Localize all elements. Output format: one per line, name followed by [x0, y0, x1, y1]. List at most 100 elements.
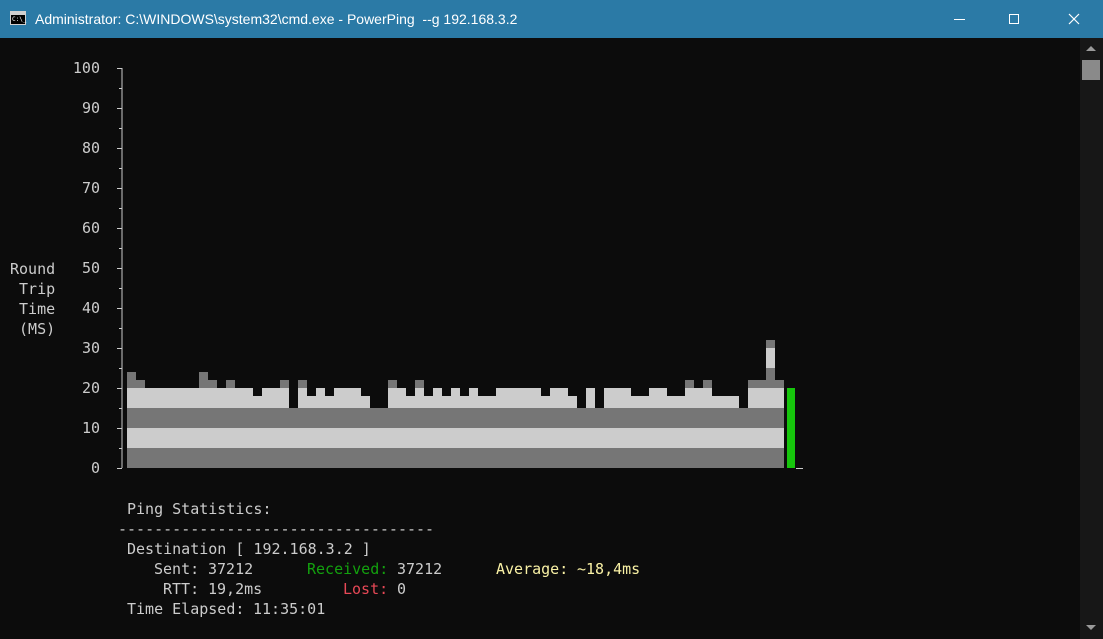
bar-segment — [352, 408, 361, 428]
bar-segment — [595, 408, 604, 428]
bar-segment — [721, 396, 730, 408]
bar-segment — [622, 428, 631, 448]
bar-segment — [559, 408, 568, 428]
bar-segment — [280, 380, 289, 388]
bar-segment — [226, 408, 235, 428]
bar-segment — [316, 428, 325, 448]
console-area[interactable]: Round Trip Time (MS) 100 90 80 70 60 50 40 30 20… — [0, 38, 1080, 639]
bar-segment — [415, 428, 424, 448]
bar-segment — [658, 388, 667, 408]
bar-segment — [622, 448, 631, 468]
bar-segment — [397, 408, 406, 428]
stats-divider: ----------------------------------- — [118, 520, 435, 538]
bar-segment — [127, 372, 136, 388]
bar-segment — [433, 448, 442, 468]
bar-segment — [460, 448, 469, 468]
bar-segment — [514, 428, 523, 448]
vertical-scrollbar[interactable] — [1080, 38, 1103, 639]
bar-segment — [469, 448, 478, 468]
received-value: 37212 — [397, 560, 443, 578]
bar-segment — [181, 408, 190, 428]
bar-segment — [361, 428, 370, 448]
bar-segment — [163, 448, 172, 468]
bar-segment — [253, 448, 262, 468]
bar-segment — [352, 388, 361, 408]
bar-segment — [514, 388, 523, 408]
bar-segment — [424, 448, 433, 468]
bar-segment — [523, 448, 532, 468]
bar-segment — [325, 428, 334, 448]
bar-segment — [721, 448, 730, 468]
scrollbar-thumb[interactable] — [1082, 60, 1100, 80]
bar-segment — [586, 408, 595, 428]
bar-segment — [361, 396, 370, 408]
bar-segment — [604, 388, 613, 408]
bar-segment — [199, 448, 208, 468]
bar-segment — [514, 408, 523, 428]
bar-segment — [685, 388, 694, 408]
bar-segment — [766, 408, 775, 428]
bar-segment — [253, 408, 262, 428]
bar-segment — [406, 396, 415, 408]
average-label: Average: — [496, 560, 569, 578]
bar-segment — [379, 448, 388, 468]
minimize-icon — [953, 18, 965, 20]
bar-segment — [172, 448, 181, 468]
bar-segment — [226, 448, 235, 468]
bar-segment — [442, 428, 451, 448]
bar-segment — [253, 428, 262, 448]
sent-label: Sent: — [154, 560, 200, 578]
bar-segment — [649, 428, 658, 448]
bar-segment — [181, 388, 190, 408]
bar-segment — [289, 428, 298, 448]
bar-segment — [289, 408, 298, 428]
bar-segment — [127, 408, 136, 428]
bar-segment — [559, 388, 568, 408]
bar-segment — [631, 448, 640, 468]
bar-segment — [262, 428, 271, 448]
maximize-button[interactable] — [985, 0, 1043, 38]
bar-segment — [451, 388, 460, 408]
close-icon — [1068, 13, 1080, 25]
bar-segment — [334, 408, 343, 428]
close-button[interactable] — [1045, 0, 1103, 38]
bar-segment — [541, 448, 550, 468]
latest-ping-bar — [787, 388, 795, 468]
bar-segment — [775, 448, 784, 468]
bar-segment — [712, 448, 721, 468]
bar-segment — [550, 448, 559, 468]
bar-segment — [298, 448, 307, 468]
y-tick-label: 70 — [82, 179, 100, 197]
bar-segment — [676, 408, 685, 428]
bar-segment — [487, 408, 496, 428]
bar-segment — [595, 428, 604, 448]
bar-segment — [559, 448, 568, 468]
bar-segment — [496, 428, 505, 448]
bar-segment — [271, 448, 280, 468]
cmd-icon[interactable]: C:\_ — [10, 11, 26, 25]
bar-segment — [361, 408, 370, 428]
bar-segment — [217, 408, 226, 428]
bar-segment — [451, 428, 460, 448]
bar-segment — [523, 428, 532, 448]
bar-segment — [388, 448, 397, 468]
scroll-up-icon[interactable] — [1086, 46, 1096, 51]
bar-segment — [658, 448, 667, 468]
average-value: ~18,4ms — [577, 560, 641, 578]
scroll-down-icon[interactable] — [1086, 625, 1096, 630]
bar-segment — [730, 448, 739, 468]
bar-segment — [766, 428, 775, 448]
y-tick-label: 50 — [82, 259, 100, 277]
bar-segment — [154, 388, 163, 408]
bar-segment — [334, 388, 343, 408]
bar-segment — [334, 448, 343, 468]
bar-segment — [622, 408, 631, 428]
y-tick-label: 60 — [82, 219, 100, 237]
bar-segment — [172, 428, 181, 448]
bar-segment — [253, 396, 262, 408]
minimize-button[interactable] — [930, 0, 988, 38]
bar-segment — [775, 408, 784, 428]
bar-segment — [388, 408, 397, 428]
title-bar[interactable]: C:\_ Administrator: C:\WINDOWS\system32\… — [0, 0, 1103, 38]
bar-segment — [217, 428, 226, 448]
